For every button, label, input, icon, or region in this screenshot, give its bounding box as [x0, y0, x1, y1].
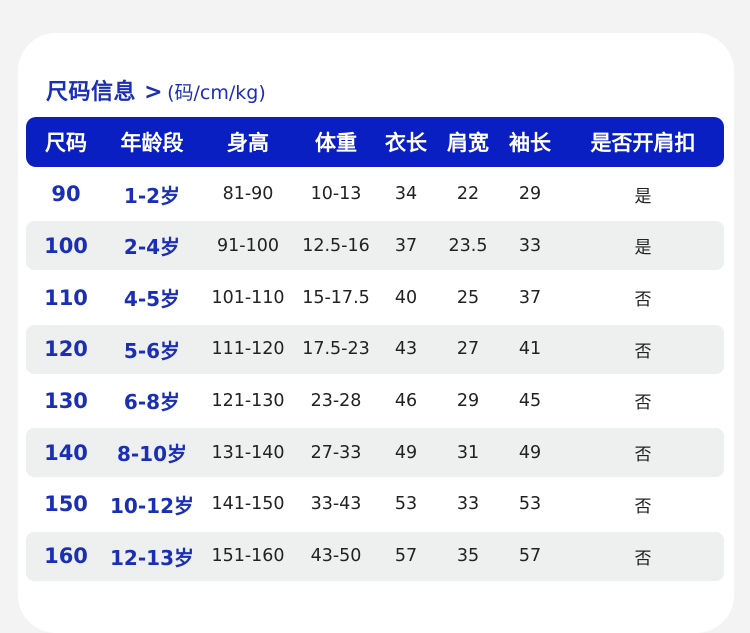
cell-size: 110 [44, 285, 88, 310]
cell-sleeve: 53 [518, 494, 542, 515]
cell-size: 120 [44, 337, 88, 362]
cell-height: 91-100 [217, 235, 279, 256]
cell-age: 6-8岁 [123, 390, 181, 415]
cell-length: 49 [394, 442, 418, 463]
header-age: 年龄段 [120, 131, 184, 155]
cell-shoulder: 35 [456, 546, 480, 566]
cell-height: 141-150 [211, 494, 285, 515]
cell-shoulder-button: 是 [634, 186, 652, 207]
cell-size: 130 [44, 388, 88, 413]
cell-length: 53 [394, 494, 418, 515]
cell-height: 101-110 [211, 287, 285, 308]
cell-length: 40 [394, 287, 418, 308]
cell-shoulder: 22 [456, 184, 480, 205]
table-row: 150 10-12岁 141-150 33-43 53 33 53 否 [26, 480, 724, 529]
cell-shoulder: 27 [456, 339, 480, 360]
title-text: 尺码信息 > [46, 80, 164, 105]
cell-sleeve: 29 [518, 184, 542, 205]
cell-sleeve: 33 [518, 235, 542, 256]
table-row: 120 5-6岁 111-120 17.5-23 43 27 41 否 [26, 324, 724, 374]
cell-shoulder-button: 否 [634, 445, 652, 466]
cell-age: 10-12岁 [110, 493, 194, 518]
cell-age: 5-6岁 [123, 338, 181, 363]
size-info-title: 尺码信息 > (码/cm/kg) [46, 74, 266, 106]
cell-shoulder-button: 否 [634, 548, 652, 569]
cell-weight: 15-17.5 [302, 287, 370, 308]
cell-height: 121-130 [211, 390, 285, 411]
header-height: 身高 [227, 131, 269, 155]
cell-shoulder-button: 否 [634, 393, 652, 414]
table-row: 90 1-2岁 81-90 10-13 34 22 29 是 [26, 170, 724, 219]
table-header: 尺码 年龄段 身高 体重 衣长 肩宽 袖长 是否开肩扣 [26, 117, 724, 167]
cell-sleeve: 49 [518, 442, 542, 463]
header-length: 衣长 [385, 131, 427, 155]
table-row: 100 2-4岁 91-100 12.5-16 37 23.5 33 是 [26, 221, 724, 271]
cell-shoulder: 23.5 [448, 235, 488, 256]
cell-size: 140 [44, 440, 88, 465]
table-row: 160 12-13岁 151-160 43-50 57 35 57 否 [26, 531, 724, 581]
cell-age: 12-13岁 [110, 545, 194, 570]
header-shoulder-button: 是否开肩扣 [590, 131, 696, 155]
cell-sleeve: 37 [518, 287, 542, 308]
cell-sleeve: 45 [518, 390, 542, 411]
cell-age: 8-10岁 [116, 442, 188, 467]
cell-shoulder-button: 否 [634, 496, 652, 517]
cell-age: 4-5岁 [123, 287, 181, 312]
table-row: 130 6-8岁 121-130 23-28 46 29 45 否 [26, 376, 724, 425]
header-weight: 体重 [315, 131, 357, 155]
header-size: 尺码 [45, 131, 87, 155]
table-row: 140 8-10岁 131-140 27-33 49 31 49 否 [26, 428, 724, 478]
cell-size: 100 [44, 233, 88, 258]
cell-shoulder: 33 [456, 494, 480, 515]
header-shoulder: 肩宽 [447, 131, 489, 155]
cell-length: 34 [394, 184, 418, 205]
cell-length: 46 [394, 390, 418, 411]
cell-length: 57 [394, 546, 418, 566]
cell-shoulder: 25 [456, 287, 480, 308]
cell-length: 37 [394, 235, 418, 256]
cell-weight: 43-50 [310, 546, 362, 566]
cell-weight: 12.5-16 [302, 235, 370, 256]
cell-shoulder-button: 是 [634, 238, 652, 259]
cell-size: 150 [44, 492, 88, 517]
cell-height: 151-160 [211, 546, 285, 566]
header-sleeve: 袖长 [509, 131, 551, 155]
cell-weight: 23-28 [310, 390, 362, 411]
cell-age: 1-2岁 [123, 183, 181, 208]
cell-weight: 10-13 [310, 184, 362, 205]
cell-shoulder-button: 否 [634, 341, 652, 362]
title-unit: (码/cm/kg) [167, 82, 266, 104]
cell-length: 43 [394, 339, 418, 360]
size-table: 尺码 年龄段 身高 体重 衣长 肩宽 袖长 是否开肩扣 90 1-2岁 81-9… [26, 117, 724, 581]
cell-age: 2-4岁 [123, 235, 181, 260]
cell-size: 160 [44, 544, 88, 568]
cell-shoulder-button: 否 [634, 290, 652, 311]
cell-height: 111-120 [211, 339, 285, 360]
cell-sleeve: 57 [518, 546, 542, 566]
cell-weight: 33-43 [310, 494, 362, 515]
cell-height: 81-90 [222, 184, 274, 205]
cell-size: 90 [51, 182, 81, 207]
cell-height: 131-140 [211, 442, 285, 463]
cell-weight: 27-33 [310, 442, 362, 463]
cell-sleeve: 41 [518, 339, 542, 360]
cell-shoulder: 29 [456, 390, 480, 411]
cell-weight: 17.5-23 [302, 339, 370, 360]
cell-shoulder: 31 [456, 442, 480, 463]
table-row: 110 4-5岁 101-110 15-17.5 40 25 37 否 [26, 273, 724, 322]
